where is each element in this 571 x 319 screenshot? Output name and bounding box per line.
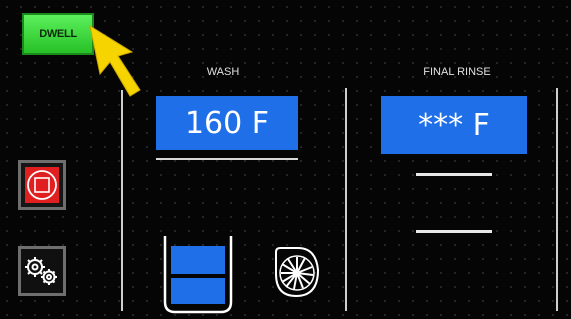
final-rinse-indicator-line bbox=[416, 173, 492, 176]
column-divider bbox=[345, 88, 347, 311]
final-rinse-temperature-value: *** F bbox=[418, 107, 490, 143]
final-rinse-temperature-display[interactable]: *** F bbox=[381, 96, 527, 154]
dwell-button-label: DWELL bbox=[39, 28, 77, 40]
stop-button[interactable] bbox=[18, 160, 66, 210]
final-rinse-title: FINAL RINSE bbox=[423, 66, 491, 78]
wash-temperature-display[interactable]: 160 F bbox=[156, 96, 298, 150]
tank-icon bbox=[163, 236, 233, 314]
column-divider bbox=[121, 90, 123, 311]
column-divider bbox=[556, 88, 558, 311]
wash-temperature-value: 160 F bbox=[184, 105, 270, 141]
wash-title: WASH bbox=[206, 66, 240, 78]
stop-icon bbox=[25, 167, 59, 203]
dwell-button[interactable]: DWELL bbox=[22, 13, 94, 55]
final-rinse-indicator-line bbox=[416, 230, 492, 233]
wash-divider bbox=[156, 158, 298, 160]
settings-button[interactable] bbox=[18, 246, 66, 296]
fan-icon bbox=[275, 247, 320, 298]
gears-icon bbox=[25, 257, 57, 285]
pointer-arrow-icon bbox=[89, 24, 141, 97]
